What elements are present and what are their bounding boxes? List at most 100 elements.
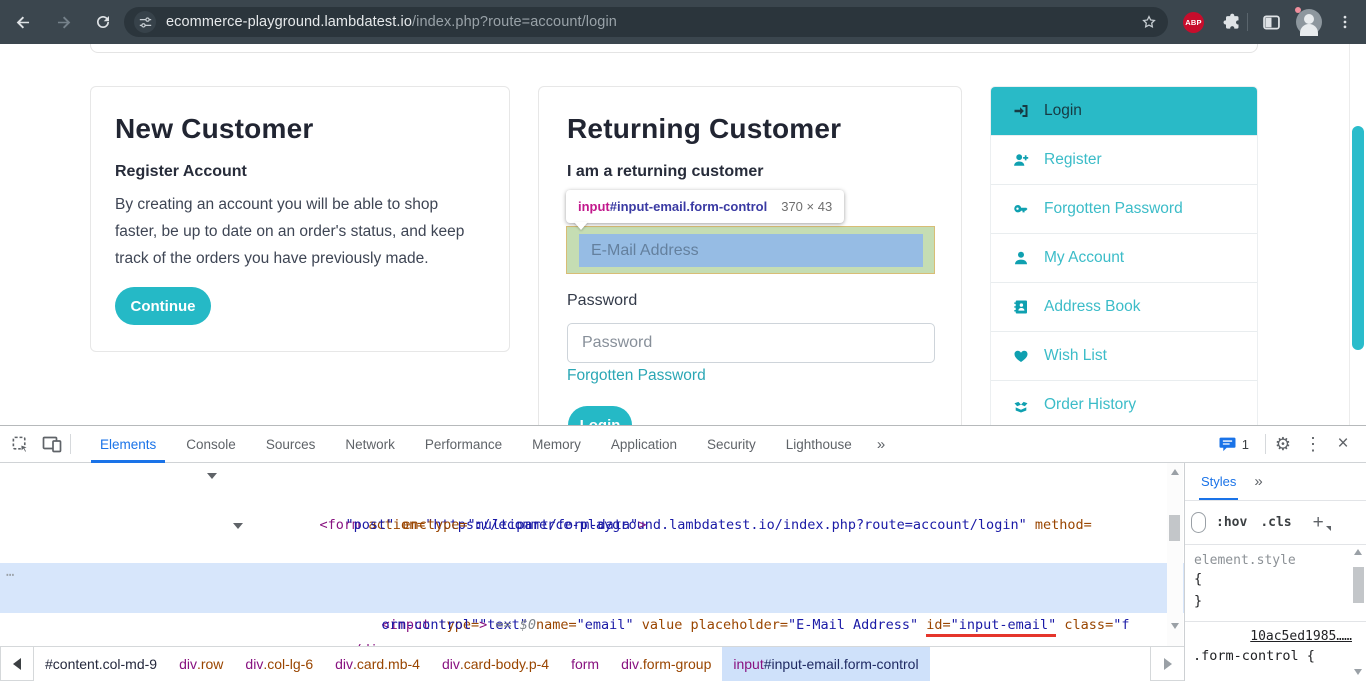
elements-dom-tree: <form action="https://ecommerce-playgrou…	[0, 463, 1184, 646]
url-text: ecommerce-playground.lambdatest.io/index…	[166, 14, 617, 30]
styles-scrollbar[interactable]	[1351, 545, 1366, 681]
breadcrumb-div-form-group[interactable]: div.form-group	[610, 647, 722, 681]
issues-indicator[interactable]: 1	[1219, 436, 1249, 452]
browser-menu-kebab-icon[interactable]	[1336, 13, 1354, 31]
breadcrumb-content[interactable]: #content.col-md-9	[34, 647, 168, 681]
forward-button[interactable]	[46, 5, 80, 39]
tab-sources[interactable]: Sources	[251, 426, 331, 463]
stylesheet-source-link[interactable]: 10ac5ed1985……	[1185, 622, 1366, 644]
issues-message-icon	[1219, 436, 1236, 452]
forgotten-password-link[interactable]: Forgotten Password	[567, 367, 706, 385]
profile-avatar[interactable]	[1296, 9, 1322, 35]
settings-gear-icon[interactable]: ⚙	[1268, 434, 1298, 455]
devtools-menu-kebab-icon[interactable]: ⋮	[1298, 434, 1328, 455]
site-settings-icon[interactable]	[134, 11, 156, 33]
breadcrumb-strip: #content.col-md-9 div.row div.col-lg-6 d…	[34, 647, 930, 681]
heart-icon	[1013, 348, 1029, 364]
back-button[interactable]	[6, 5, 40, 39]
bookmark-star-icon[interactable]	[1140, 13, 1158, 31]
styles-sidebar: Styles » :hov .cls + element.style { } 1…	[1184, 463, 1366, 681]
sidebar-item-login[interactable]: Login	[991, 87, 1257, 136]
element-style-label[interactable]: element.style	[1185, 545, 1366, 568]
form-control-rule-selector[interactable]: .form-control {	[1185, 644, 1366, 664]
page-scrollbar-thumb[interactable]	[1352, 126, 1364, 350]
tab-console[interactable]: Console	[171, 426, 251, 463]
dom-node-form-group[interactable]: <div class="form-group">	[0, 513, 1184, 538]
sidebar-item-register[interactable]: Register	[991, 136, 1257, 185]
tab-elements[interactable]: Elements	[85, 426, 171, 463]
dom-node-form[interactable]: <form action="https://ecommerce-playgrou…	[0, 463, 1184, 488]
sidebar-item-my-account[interactable]: My Account	[991, 234, 1257, 283]
previous-card-bottom-edge	[90, 44, 1258, 53]
breadcrumb-div-row[interactable]: div.row	[168, 647, 234, 681]
login-button[interactable]: Login	[568, 406, 632, 425]
dom-node-form-wrap[interactable]: "post" enctype="multipart/form-data">	[0, 488, 1184, 513]
back-arrow-icon	[14, 13, 33, 32]
styles-filter-icon[interactable]	[1191, 512, 1206, 533]
dom-node-div-close[interactable]: </div>	[0, 613, 1184, 638]
breadcrumb-div-col[interactable]: div.col-lg-6	[234, 647, 324, 681]
browser-toolbar: ecommerce-playground.lambdatest.io/index…	[0, 0, 1366, 44]
breadcrumb-scroll-left-button[interactable]	[0, 647, 34, 681]
styles-scrollbar-thumb[interactable]	[1353, 567, 1364, 603]
scroll-down-icon[interactable]	[1171, 623, 1179, 629]
page-scrollbar[interactable]	[1349, 44, 1366, 425]
inspect-element-icon[interactable]	[4, 431, 36, 457]
tab-memory[interactable]: Memory	[517, 426, 596, 463]
tab-network[interactable]: Network	[330, 426, 410, 463]
devtools-panel: Elements Console Sources Network Perform…	[0, 425, 1366, 681]
devtools-toolbar: Elements Console Sources Network Perform…	[0, 426, 1366, 463]
email-input-highlighted[interactable]: E-Mail Address	[579, 234, 923, 267]
dom-tree-scrollbar[interactable]	[1167, 463, 1183, 646]
dom-node-input-selected[interactable]: ⋯ <input type="text" name="email" value …	[0, 563, 1184, 588]
device-toolbar-icon[interactable]	[36, 431, 68, 457]
scroll-up-icon[interactable]	[1354, 549, 1362, 555]
reload-button[interactable]	[86, 5, 120, 39]
sign-in-icon	[1013, 103, 1029, 119]
continue-button[interactable]: Continue	[115, 287, 211, 325]
tab-performance[interactable]: Performance	[410, 426, 517, 463]
toolbar-divider	[1247, 13, 1248, 31]
tab-security[interactable]: Security	[692, 426, 771, 463]
tab-styles[interactable]: Styles	[1201, 463, 1236, 500]
sidebar-item-order-history[interactable]: Order History	[991, 381, 1257, 425]
devtools-close-icon[interactable]: ×	[1328, 433, 1358, 455]
breadcrumb-div-card[interactable]: div.card.mb-4	[324, 647, 431, 681]
dom-tree-scrollbar-thumb[interactable]	[1169, 515, 1180, 541]
node-options-dots[interactable]: ⋯	[6, 563, 15, 588]
sidebar-item-forgotten-password[interactable]: Forgotten Password	[991, 185, 1257, 234]
right-arrow-icon	[1164, 658, 1172, 670]
pseudo-class-toggle[interactable]: :hov	[1216, 515, 1247, 530]
screen: ecommerce-playground.lambdatest.io/index…	[0, 0, 1366, 681]
adblock-extension-icon[interactable]: ABP	[1183, 12, 1204, 33]
more-tabs-icon[interactable]: »	[867, 436, 895, 453]
reload-icon	[94, 13, 112, 31]
sidebar-item-wish-list[interactable]: Wish List	[991, 332, 1257, 381]
side-panel-icon[interactable]	[1261, 12, 1282, 33]
expand-arrow-icon[interactable]	[207, 473, 217, 479]
dom-node-input-wrap[interactable]: orm-control"> == $0	[0, 588, 1184, 613]
scroll-up-icon[interactable]	[1171, 469, 1179, 475]
class-toggle[interactable]: .cls	[1260, 515, 1291, 530]
tab-application[interactable]: Application	[596, 426, 692, 463]
toolbar-divider	[1265, 434, 1266, 454]
breadcrumb-form[interactable]: form	[560, 647, 610, 681]
extensions-puzzle-icon[interactable]	[1221, 12, 1241, 32]
breadcrumb-scroll-right-button[interactable]	[1150, 647, 1184, 681]
new-customer-card: New Customer Register Account By creatin…	[90, 86, 510, 352]
account-sidebar-menu: Login Register Forgotten Password My Acc…	[990, 86, 1258, 425]
password-input[interactable]	[567, 323, 935, 363]
more-panels-icon[interactable]: »	[1254, 473, 1262, 490]
breadcrumb-div-card-body[interactable]: div.card-body.p-4	[431, 647, 560, 681]
expand-arrow-icon[interactable]	[233, 523, 243, 529]
dom-node-next-form-group[interactable]: <div class="form-group">…	[0, 638, 1184, 646]
url-bar[interactable]: ecommerce-playground.lambdatest.io/index…	[124, 7, 1168, 37]
dom-node-label[interactable]: <label for="input-email">E-Mail Address<…	[0, 538, 1184, 563]
new-style-rule-icon[interactable]: +	[1313, 513, 1324, 532]
breadcrumb-input-selected[interactable]: input#input-email.form-control	[722, 647, 929, 681]
user-plus-icon	[1013, 152, 1029, 168]
sidebar-item-address-book[interactable]: Address Book	[991, 283, 1257, 332]
address-book-icon	[1013, 299, 1029, 315]
tab-lighthouse[interactable]: Lighthouse	[771, 426, 867, 463]
scroll-down-icon[interactable]	[1354, 669, 1362, 675]
